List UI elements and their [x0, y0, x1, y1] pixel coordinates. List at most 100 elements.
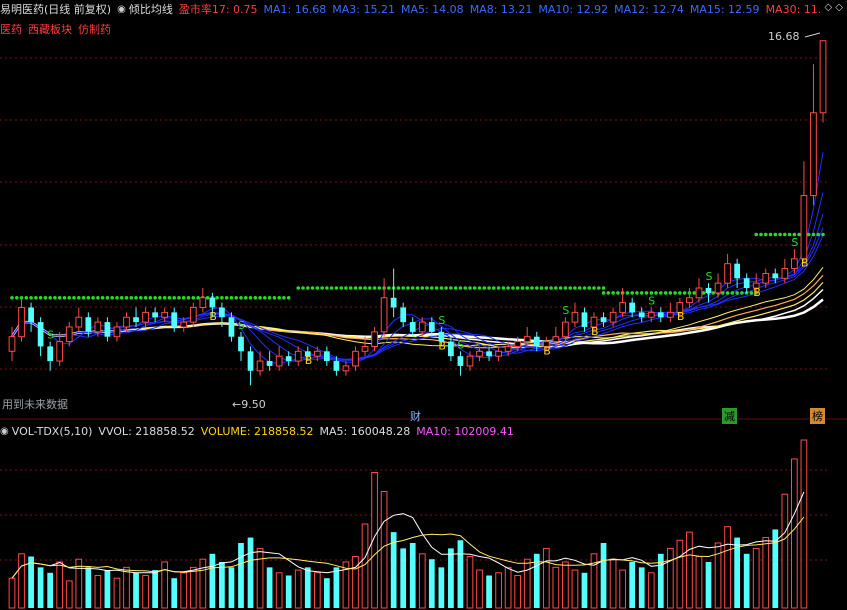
volume-bar — [333, 567, 340, 608]
resistance-dot — [506, 286, 510, 290]
candle-body — [180, 321, 188, 328]
resistance-dot — [592, 286, 596, 290]
resistance-dot — [582, 286, 587, 290]
resistance-dot — [191, 296, 196, 300]
candle-body — [352, 350, 359, 367]
resistance-dot — [162, 296, 167, 300]
future-data-note: 用到未来数据 — [2, 398, 68, 411]
resistance-dot — [396, 286, 401, 290]
resistance-dot — [530, 286, 534, 290]
ma30-value: MA30: 11. — [765, 2, 822, 16]
candle-body — [209, 297, 216, 308]
resistance-dot — [215, 296, 219, 300]
volume-value: VOLUME: 218858.52 — [200, 424, 314, 438]
resistance-dot — [334, 286, 339, 290]
gear-icon[interactable]: ◉ — [0, 426, 9, 437]
volume-bar — [65, 580, 73, 609]
volume-bar — [743, 553, 750, 608]
resistance-dot — [48, 296, 52, 300]
resistance-dot — [53, 296, 57, 300]
volume-bar — [104, 570, 111, 608]
tag-concept[interactable]: 仿制药 — [78, 21, 111, 37]
resistance-dot — [768, 232, 773, 237]
candle-body — [647, 311, 655, 318]
price-low-label: ←9.50 — [232, 398, 266, 411]
candle-body — [600, 317, 607, 323]
resistance-dot — [134, 296, 138, 300]
volume-bar — [161, 561, 169, 609]
volume-bar — [752, 547, 760, 609]
candle-body — [486, 351, 492, 357]
volume-bar — [133, 572, 139, 608]
resistance-dot — [563, 286, 568, 290]
candle-body — [8, 336, 16, 352]
resistance-dot — [778, 232, 782, 237]
resistance-dot — [81, 296, 86, 300]
candle-body — [409, 322, 416, 332]
resistance-dot — [430, 286, 434, 290]
indicator-name[interactable]: 倾比均线 — [129, 1, 173, 17]
stock-title[interactable]: 易明医药(日线 前复权) — [0, 1, 111, 17]
candle-body — [171, 312, 178, 327]
resistance-dot — [301, 286, 305, 290]
tag-sector[interactable]: 医药 — [0, 21, 22, 37]
buy-signal-label: B — [543, 344, 551, 357]
volume-indicator-name[interactable]: VOL-TDX(5,10) — [12, 425, 93, 438]
resistance-dot — [286, 296, 291, 300]
volume-bar — [94, 574, 102, 609]
resistance-dot — [821, 232, 825, 237]
resistance-dot — [668, 291, 673, 295]
resistance-dot — [14, 296, 19, 300]
gear-icon[interactable]: ◉ — [117, 4, 126, 15]
resistance-dot — [520, 286, 525, 290]
candle-body — [37, 322, 44, 347]
resistance-dot — [601, 286, 606, 290]
volume-bar — [542, 547, 550, 609]
resistance-dot — [153, 296, 157, 300]
resistance-dot — [544, 286, 549, 290]
resistance-dot — [172, 296, 176, 300]
event-reduce-tag[interactable]: 减 — [722, 408, 737, 424]
resistance-dot — [158, 296, 162, 300]
buy-signal-label: B — [753, 286, 761, 299]
resistance-dot — [425, 286, 429, 290]
buy-signal-label: B — [209, 310, 217, 323]
tag-region[interactable]: 西藏板块 — [28, 21, 72, 37]
resistance-dot — [263, 296, 267, 300]
candle-body — [762, 272, 770, 284]
volume-bar — [791, 458, 798, 609]
candle-body — [819, 40, 827, 114]
volume-bar — [504, 566, 512, 609]
candle-body — [734, 263, 740, 279]
volume-bar — [123, 566, 130, 609]
resistance-dot — [783, 232, 787, 237]
candle-body — [380, 297, 388, 333]
candle-body — [313, 350, 321, 357]
candle-body — [371, 331, 378, 347]
volume-bar — [323, 578, 330, 608]
resistance-dot — [439, 286, 444, 290]
resistance-dot — [535, 286, 539, 290]
volume-bar — [695, 556, 703, 609]
sell-signal-label: S — [238, 319, 245, 332]
volume-bar — [514, 574, 522, 609]
volume-bar — [56, 561, 64, 609]
volume-bar — [352, 556, 359, 609]
resistance-dot — [630, 291, 634, 295]
candle-body — [113, 326, 121, 338]
event-list-tag[interactable]: 榜 — [810, 408, 825, 424]
candle-body — [724, 263, 731, 284]
candle-body — [495, 350, 502, 357]
candle-body — [504, 345, 512, 352]
resistance-dot — [635, 291, 639, 295]
resistance-dot — [181, 296, 186, 300]
resistance-dot — [196, 296, 200, 300]
volume-bar — [619, 569, 626, 609]
window-controls-icon[interactable]: ◇ ◇ — [824, 2, 843, 13]
volume-bar — [37, 567, 44, 608]
candle-body — [256, 360, 264, 372]
resistance-dot — [811, 232, 816, 237]
resistance-dot — [401, 286, 406, 290]
resistance-dot — [119, 296, 124, 300]
candle-body — [238, 336, 244, 352]
